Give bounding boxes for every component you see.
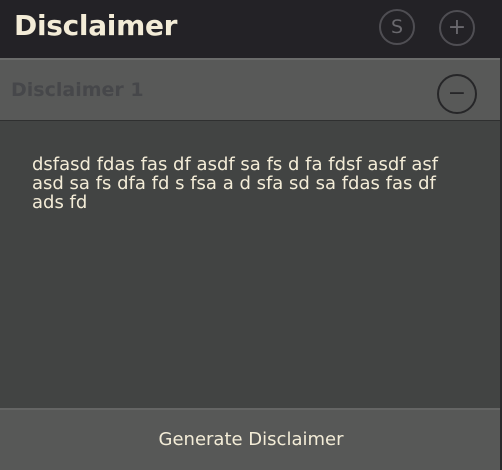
generate-button-label: Generate Disclaimer xyxy=(158,428,344,450)
page-title: Disclaimer xyxy=(14,9,178,42)
disclaimer-panel: Disclaimer S + Disclaimer 1 − dsfasd fda… xyxy=(0,0,502,470)
footer-bar: Generate Disclaimer xyxy=(0,408,502,470)
generate-disclaimer-button[interactable]: Generate Disclaimer xyxy=(0,410,502,470)
plus-circle-icon[interactable]: + xyxy=(439,10,475,46)
disclaimer-text: dsfasd fdas fas df asdf sa fs d fa fdsf … xyxy=(32,154,439,213)
disclaimer-text-area[interactable]: dsfasd fdas fas df asdf sa fs d fa fdsf … xyxy=(0,120,502,408)
s-circle-icon[interactable]: S xyxy=(379,9,415,45)
disclaimer-section-header[interactable]: Disclaimer 1 − xyxy=(0,58,502,120)
minus-circle-icon[interactable]: − xyxy=(437,74,477,114)
panel-header: Disclaimer S + xyxy=(0,0,502,58)
section-label: Disclaimer 1 xyxy=(11,79,144,101)
